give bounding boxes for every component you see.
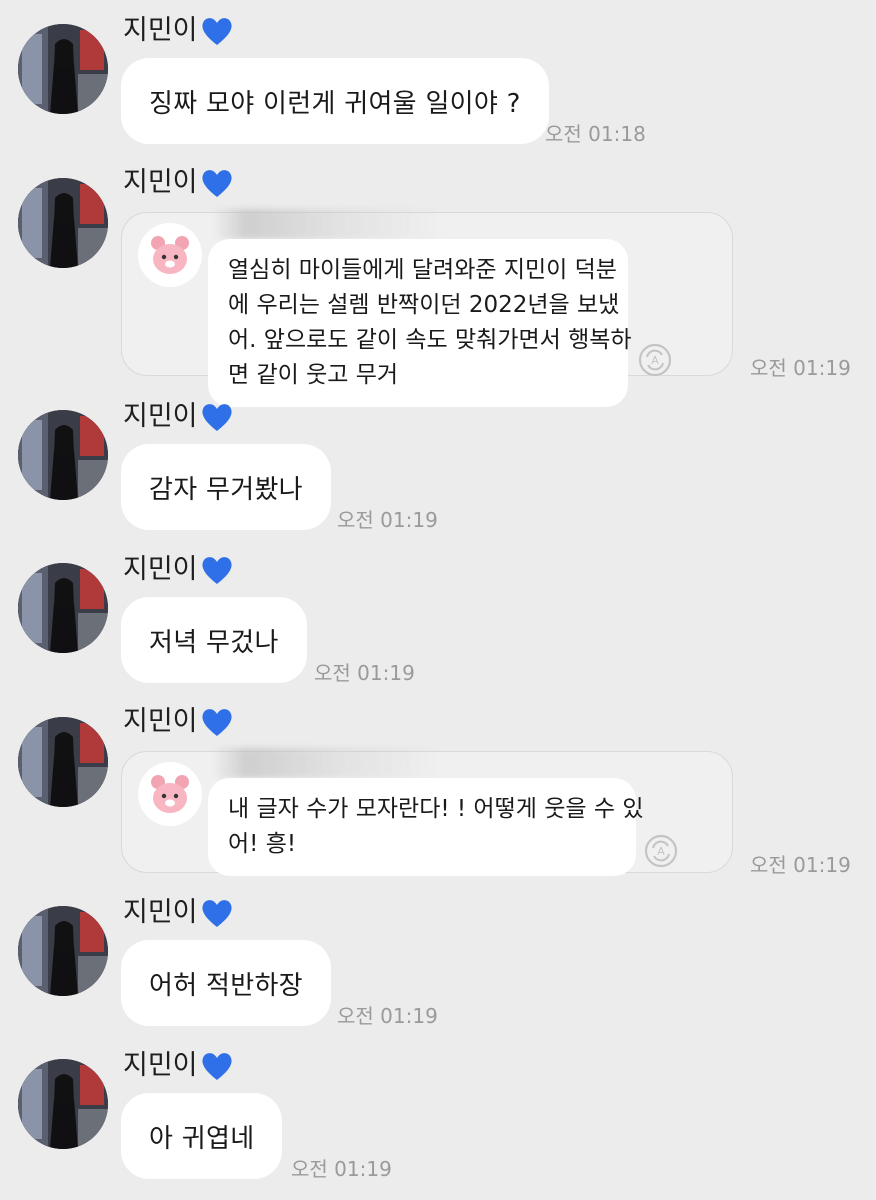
sender-name: 지민이 — [123, 1049, 234, 1083]
blurred-name — [212, 748, 442, 778]
sender-avatar[interactable] — [18, 410, 108, 500]
sender-avatar[interactable] — [18, 1059, 108, 1149]
message-time: 오전 01:19 — [337, 1004, 438, 1028]
message-text: 저녁 무겄나 — [149, 627, 279, 658]
sender-avatar[interactable] — [18, 178, 108, 268]
card-text-line: 면 같이 웃고 무거 — [228, 362, 399, 388]
sender-name-text: 지민이 — [123, 167, 198, 198]
message-text: 어허 적반하장 — [149, 970, 303, 1001]
message-time: 오전 01:19 — [750, 356, 851, 380]
sender-name-text: 지민이 — [123, 706, 198, 737]
message-time: 오전 01:19 — [291, 1157, 392, 1181]
sender-name-text: 지민이 — [123, 897, 198, 928]
message-time: 오전 01:18 — [545, 122, 646, 146]
translate-icon[interactable]: A — [644, 834, 678, 868]
sender-name: 지민이 — [123, 553, 234, 587]
message-time: 오전 01:19 — [314, 661, 415, 685]
blue-heart-icon — [200, 167, 234, 199]
sender-name-text: 지민이 — [123, 554, 198, 585]
sender-avatar[interactable] — [18, 906, 108, 996]
sender-name: 지민이 — [123, 400, 234, 434]
message-text: 징짜 모야 이런게 귀여울 일이야 ? — [149, 88, 521, 119]
card-message-bubble: 열심히 마이들에게 달려와준 지민이 덕분 에 우리는 설렘 반짝이던 2022… — [208, 239, 632, 407]
translate-icon[interactable]: A — [638, 343, 672, 377]
blue-heart-icon — [200, 897, 234, 929]
blue-heart-icon — [200, 706, 234, 738]
sender-name: 지민이 — [123, 705, 234, 739]
svg-text:A: A — [657, 845, 665, 858]
sender-name-text: 지민이 — [123, 15, 198, 46]
sender-name-text: 지민이 — [123, 401, 198, 432]
card-text-line: 어! 흥! — [228, 831, 297, 857]
blue-heart-icon — [200, 1050, 234, 1082]
sender-name-text: 지민이 — [123, 1050, 198, 1081]
blue-heart-icon — [200, 401, 234, 433]
message-text: 아 귀엽네 — [149, 1123, 255, 1154]
message-bubble[interactable]: 아 귀엽네 — [121, 1093, 283, 1179]
card-text-line: 내 글자 수가 모자란다! ! 어떻게 웃을 수 있 — [228, 796, 644, 822]
card-message-bubble: 내 글자 수가 모자란다! ! 어떻게 웃을 수 있 어! 흥! — [208, 778, 644, 876]
sender-name: 지민이 — [123, 14, 234, 48]
message-bubble[interactable]: 어허 적반하장 — [121, 940, 331, 1026]
message-text: 감자 무거봤나 — [149, 474, 303, 505]
pink-bear-icon — [138, 223, 202, 287]
card-text-line: 열심히 마이들에게 달려와준 지민이 덕분 — [228, 257, 617, 283]
bubble-card[interactable]: 내 글자 수가 모자란다! ! 어떻게 웃을 수 있 어! 흥! A — [121, 748, 733, 876]
sender-avatar[interactable] — [18, 24, 108, 114]
pink-bear-icon — [138, 762, 202, 826]
bubble-card[interactable]: 열심히 마이들에게 달려와준 지민이 덕분 에 우리는 설렘 반짝이던 2022… — [121, 209, 733, 407]
blurred-name — [212, 209, 442, 239]
message-bubble[interactable]: 징짜 모야 이런게 귀여울 일이야 ? — [121, 58, 549, 144]
card-text-line: 어. 앞으로도 같이 속도 맞춰가면서 행복하 — [228, 327, 632, 353]
blue-heart-icon — [200, 554, 234, 586]
sender-name: 지민이 — [123, 166, 234, 200]
message-time: 오전 01:19 — [750, 853, 851, 877]
chat-list: 지민이 징짜 모야 이런게 귀여울 일이야 ? 오전 01:18 지민이 열심히… — [0, 0, 876, 1200]
sender-avatar[interactable] — [18, 717, 108, 807]
message-bubble[interactable]: 감자 무거봤나 — [121, 444, 331, 530]
card-text-line: 에 우리는 설렘 반짝이던 2022년을 보냈 — [228, 292, 620, 318]
message-time: 오전 01:19 — [337, 508, 438, 532]
blue-heart-icon — [200, 15, 234, 47]
message-bubble[interactable]: 저녁 무겄나 — [121, 597, 307, 683]
svg-text:A: A — [651, 354, 659, 367]
sender-avatar[interactable] — [18, 563, 108, 653]
sender-name: 지민이 — [123, 896, 234, 930]
